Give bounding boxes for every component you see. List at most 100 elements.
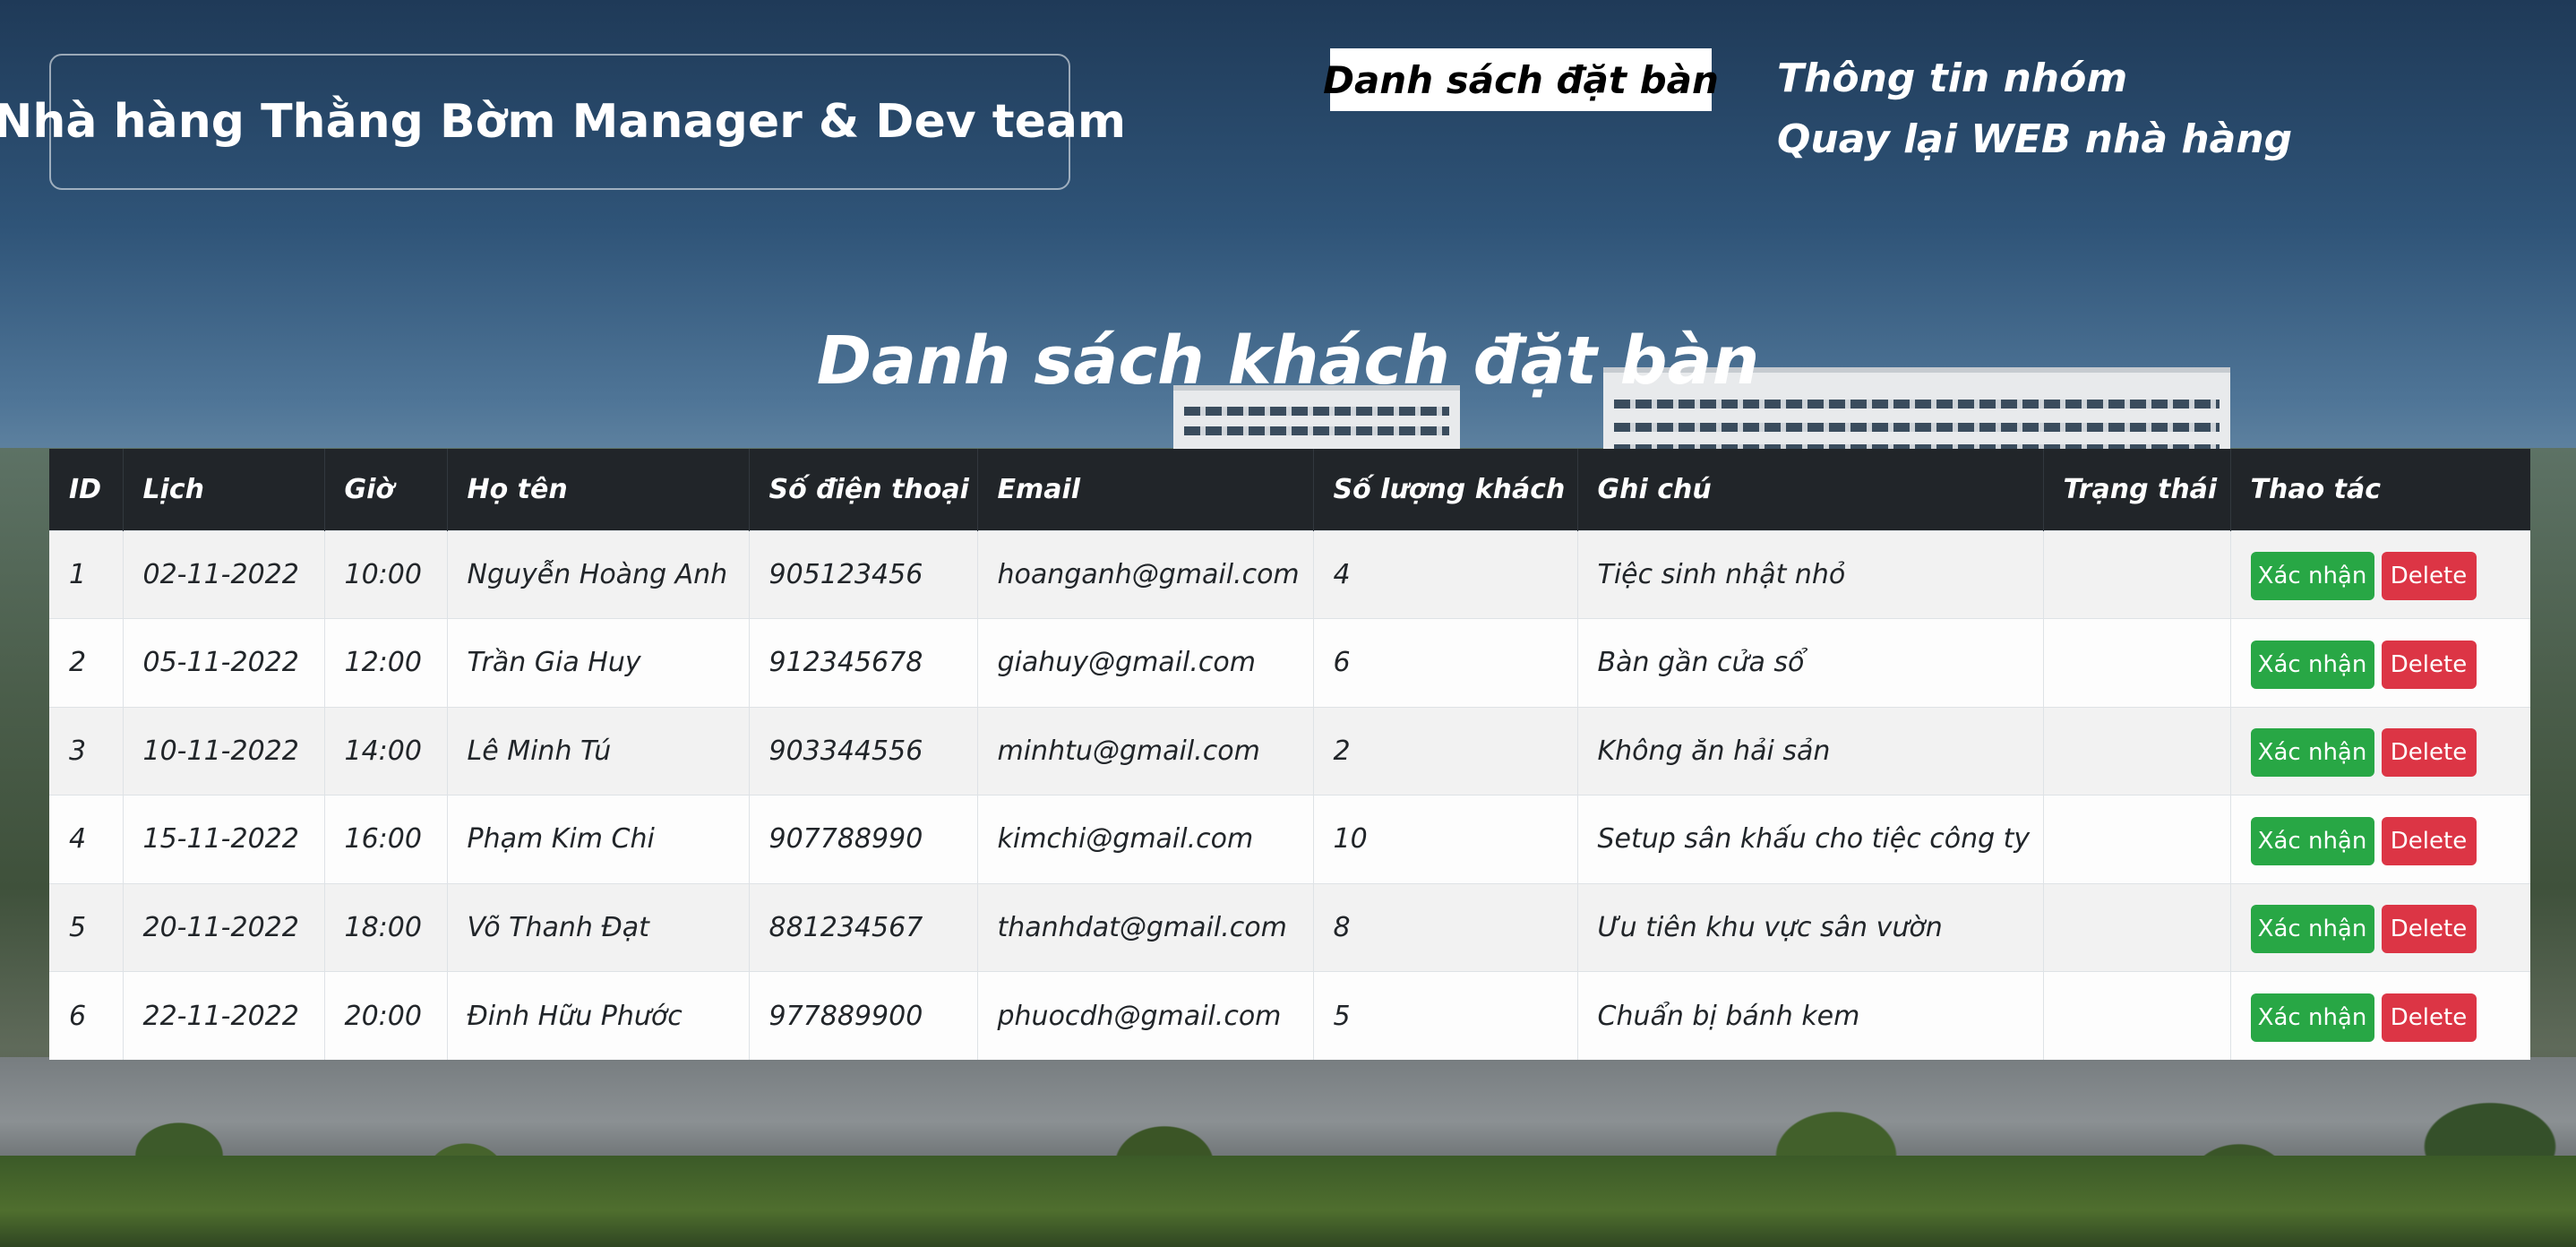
cell-name: Nguyễn Hoàng Anh [447,529,750,619]
column-header-guests[interactable]: Số lượng khách [1313,449,1578,530]
confirm-button[interactable]: Xác nhận [2250,552,2374,601]
cell-id: 5 [49,882,124,972]
cell-id: 3 [49,706,124,796]
cell-id: 6 [49,971,124,1060]
cell-guests: 4 [1313,529,1578,619]
cell-date: 22-11-2022 [123,971,325,1060]
cell-name: Võ Thanh Đạt [447,882,750,972]
cell-time: 10:00 [324,529,448,619]
delete-button[interactable]: Delete [2381,816,2477,865]
cell-name: Phạm Kim Chi [447,795,750,883]
cell-time: 16:00 [324,795,448,883]
cell-status [2043,882,2231,972]
cell-guests: 2 [1313,706,1578,796]
nav-link-team-info[interactable]: Thông tin nhóm [1777,56,2127,101]
cell-status [2043,529,2231,619]
background-field [0,1156,2576,1247]
cell-guests: 6 [1313,618,1578,707]
confirm-button[interactable]: Xác nhận [2250,640,2374,689]
cell-actions: Xác nhận Delete [2230,795,2530,883]
brand-title: Nhà hàng Thằng Bờm Manager & Dev team [0,95,1127,149]
cell-note: Không ăn hải sản [1577,706,2044,796]
table-row: 5 20-11-2022 18:00 Võ Thanh Đạt 88123456… [49,882,2530,972]
column-header-phone[interactable]: Số điện thoại [749,449,978,530]
confirm-button[interactable]: Xác nhận [2250,905,2374,954]
cell-guests: 10 [1313,795,1578,883]
cell-note: Setup sân khấu cho tiệc công ty [1577,795,2044,883]
column-header-email[interactable]: Email [977,449,1314,530]
cell-name: Trần Gia Huy [447,618,750,707]
table-row: 4 15-11-2022 16:00 Phạm Kim Chi 90778899… [49,795,2530,883]
cell-phone: 907788990 [749,795,978,883]
column-header-note[interactable]: Ghi chú [1577,449,2044,530]
cell-phone: 977889900 [749,971,978,1060]
confirm-button[interactable]: Xác nhận [2250,993,2374,1042]
table-row: 6 22-11-2022 20:00 Đinh Hữu Phước 977889… [49,971,2530,1060]
table-row: 1 02-11-2022 10:00 Nguyễn Hoàng Anh 9051… [49,529,2530,619]
confirm-button[interactable]: Xác nhận [2250,816,2374,865]
cell-time: 20:00 [324,971,448,1060]
cell-phone: 881234567 [749,882,978,972]
confirm-button[interactable]: Xác nhận [2250,728,2374,778]
cell-phone: 905123456 [749,529,978,619]
cell-phone: 912345678 [749,618,978,707]
cell-note: Bàn gần cửa sổ [1577,618,2044,707]
booking-table: ID Lịch Giờ Họ tên Số điện thoại Email S… [49,449,2530,1060]
cell-name: Lê Minh Tú [447,706,750,796]
cell-time: 18:00 [324,882,448,972]
cell-actions: Xác nhận Delete [2230,882,2530,972]
column-header-status[interactable]: Trạng thái [2043,449,2231,530]
delete-button[interactable]: Delete [2381,993,2477,1042]
cell-time: 12:00 [324,618,448,707]
cell-phone: 903344556 [749,706,978,796]
cell-time: 14:00 [324,706,448,796]
delete-button[interactable]: Delete [2381,905,2477,954]
cell-note: Tiệc sinh nhật nhỏ [1577,529,2044,619]
cell-guests: 5 [1313,971,1578,1060]
column-header-name[interactable]: Họ tên [447,449,750,530]
cell-status [2043,795,2231,883]
cell-date: 20-11-2022 [123,882,325,972]
delete-button[interactable]: Delete [2381,552,2477,601]
cell-actions: Xác nhận Delete [2230,529,2530,619]
cell-note: Chuẩn bị bánh kem [1577,971,2044,1060]
cell-email: phuocdh@gmail.com [977,971,1314,1060]
cell-id: 1 [49,529,124,619]
page-title: Danh sách khách đặt bàn [816,322,1760,400]
cell-actions: Xác nhận Delete [2230,971,2530,1060]
brand-box[interactable]: Nhà hàng Thằng Bờm Manager & Dev team [0,54,1126,190]
table-header: ID Lịch Giờ Họ tên Số điện thoại Email S… [49,449,2530,530]
cell-status [2043,706,2231,796]
cell-date: 15-11-2022 [123,795,325,883]
cell-status [2043,971,2231,1060]
cell-name: Đinh Hữu Phước [447,971,750,1060]
cell-id: 2 [49,618,124,707]
cell-id: 4 [49,795,124,883]
cell-note: Ưu tiên khu vực sân vườn [1577,882,2044,972]
cell-actions: Xác nhận Delete [2230,706,2530,796]
table-row: 3 10-11-2022 14:00 Lê Minh Tú 903344556 … [49,706,2530,796]
delete-button[interactable]: Delete [2381,728,2477,778]
table-body: 1 02-11-2022 10:00 Nguyễn Hoàng Anh 9051… [49,529,2530,1060]
cell-email: giahuy@gmail.com [977,618,1314,707]
cell-email: thanhdat@gmail.com [977,882,1314,972]
column-header-id[interactable]: ID [49,449,124,530]
cell-date: 10-11-2022 [123,706,325,796]
column-header-date[interactable]: Lịch [123,449,325,530]
cell-email: hoanganh@gmail.com [977,529,1314,619]
delete-button[interactable]: Delete [2381,640,2477,689]
table-row: 2 05-11-2022 12:00 Trần Gia Huy 91234567… [49,618,2530,707]
cell-actions: Xác nhận Delete [2230,618,2530,707]
column-header-actions[interactable]: Thao tác [2230,449,2530,530]
booking-table-container: ID Lịch Giờ Họ tên Số điện thoại Email S… [49,449,2530,1060]
cell-email: minhtu@gmail.com [977,706,1314,796]
table-header-row: ID Lịch Giờ Họ tên Số điện thoại Email S… [49,449,2530,530]
nav-link-booking-list[interactable]: Danh sách đặt bàn [1323,48,1719,111]
cell-date: 05-11-2022 [123,618,325,707]
cell-email: kimchi@gmail.com [977,795,1314,883]
cell-guests: 8 [1313,882,1578,972]
nav-link-back-to-web[interactable]: Quay lại WEB nhà hàng [1777,116,2292,162]
column-header-time[interactable]: Giờ [324,449,448,530]
cell-date: 02-11-2022 [123,529,325,619]
cell-status [2043,618,2231,707]
